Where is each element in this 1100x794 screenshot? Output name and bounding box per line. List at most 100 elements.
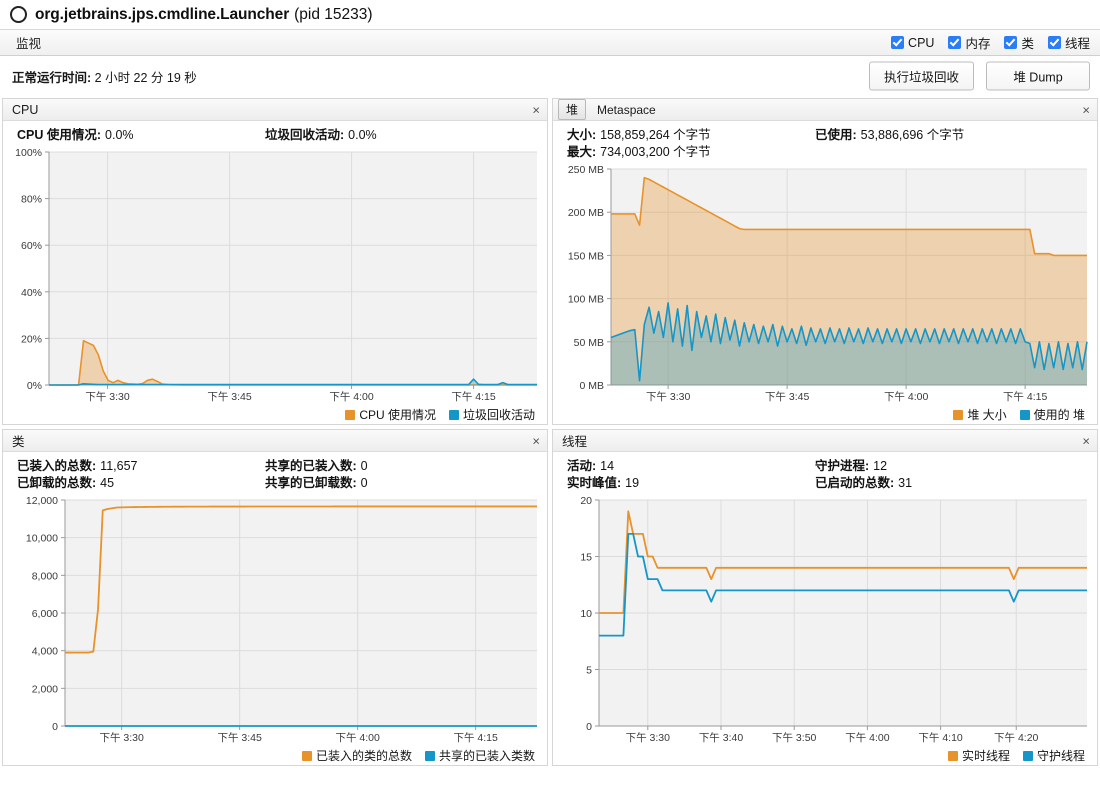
stat-row: CPU 使用情况: 0.0% 垃圾回收活动: 0.0% <box>3 127 547 144</box>
svg-text:5: 5 <box>586 665 592 677</box>
classes-shared-unloaded-label: 共享的已卸载数: <box>265 476 357 490</box>
panel-classes-title: 类 <box>12 435 25 449</box>
panel-classes: 类 × 已装入的总数: 11,657 共享的已装入数: 0 已卸载的总数: 45 共享… <box>2 429 548 766</box>
threads-live-label: 活动: <box>567 459 597 473</box>
heap-dump-button[interactable]: 堆 Dump <box>986 61 1090 91</box>
gc-activity-label: 垃圾回收活动: <box>265 128 345 142</box>
legend-heap: 堆 大小 使用的 堆 <box>553 405 1097 424</box>
checkbox-cpu-label: CPU <box>908 35 935 50</box>
close-icon[interactable]: × <box>532 103 540 116</box>
svg-text:下午 4:20: 下午 4:20 <box>994 731 1039 744</box>
svg-text:15: 15 <box>580 552 592 564</box>
legend-item: CPU 使用情况 <box>345 406 436 423</box>
stat-row: 活动: 14 守护进程: 12 <box>553 458 1097 475</box>
tab-metaspace[interactable]: Metaspace <box>589 101 664 119</box>
legend-label: 使用的 堆 <box>1033 408 1085 422</box>
checkbox-threads[interactable]: 线程 <box>1047 33 1090 52</box>
panel-cpu-header: CPU × <box>3 99 547 121</box>
circle-icon <box>10 6 27 23</box>
legend-swatch-icon <box>424 750 435 761</box>
close-icon[interactable]: × <box>1082 103 1090 116</box>
checkbox-classes[interactable]: 类 <box>1004 33 1034 52</box>
perform-gc-button[interactable]: 执行垃圾回收 <box>868 61 974 91</box>
tab-monitor[interactable]: 监视 <box>10 30 47 55</box>
svg-text:60%: 60% <box>21 240 42 252</box>
chart-cpu: 0% 20% 40% 60% 80% 100% 下午 3:30 下午 3:45 下午 4:00 下… <box>3 146 547 405</box>
close-icon[interactable]: × <box>1082 434 1090 447</box>
heap-used-label: 已使用: <box>815 128 857 142</box>
svg-text:下午 3:45: 下午 3:45 <box>765 390 810 403</box>
checkbox-classes-label: 类 <box>1021 37 1034 51</box>
panel-cpu-stats: CPU 使用情况: 0.0% 垃圾回收活动: 0.0% <box>3 121 547 146</box>
legend-label: 共享的已装入类数 <box>438 749 535 763</box>
legend-label: 守护线程 <box>1036 749 1085 763</box>
legend-label: CPU 使用情况 <box>359 408 436 422</box>
checkmark-icon[interactable] <box>948 36 962 49</box>
svg-text:50 MB: 50 MB <box>574 337 604 349</box>
svg-text:4,000: 4,000 <box>32 646 58 658</box>
legend-cpu: CPU 使用情况 垃圾回收活动 <box>3 405 547 424</box>
svg-text:0: 0 <box>586 721 592 733</box>
panel-threads-header: 线程 × <box>553 430 1097 452</box>
svg-text:下午 4:10: 下午 4:10 <box>918 731 963 744</box>
svg-text:10: 10 <box>580 608 592 620</box>
chart-heap: 0 MB 50 MB 100 MB 150 MB 200 MB 250 MB 下午 3:30… <box>553 163 1097 405</box>
heap-max-value: 734,003,200 个字节 <box>600 145 711 159</box>
checkbox-memory[interactable]: 内存 <box>948 33 990 52</box>
cpu-usage-value: 0.0% <box>105 128 134 142</box>
legend-label: 已装入的类的总数 <box>315 749 412 763</box>
panel-threads: 线程 × 活动:14 守护进程:12 实时峰值:19 已启动的总数:31 <box>552 429 1098 766</box>
tab-heap[interactable]: 堆 <box>558 99 587 120</box>
svg-text:20: 20 <box>580 496 592 507</box>
classes-shared-unloaded-value: 0 <box>360 476 368 490</box>
gc-activity-value: 0.0% <box>348 128 377 142</box>
svg-text:下午 3:50: 下午 3:50 <box>772 731 817 744</box>
svg-text:下午 3:30: 下午 3:30 <box>646 390 691 403</box>
svg-text:下午 3:30: 下午 3:30 <box>626 731 671 744</box>
legend-swatch-icon <box>953 409 964 420</box>
chart-heap-svg: 0 MB 50 MB 100 MB 150 MB 200 MB 250 MB 下午 3:30… <box>568 165 1088 403</box>
legend-swatch-icon <box>1022 750 1033 761</box>
classes-shared-loaded-label: 共享的已装入数: <box>265 459 357 473</box>
heap-size-value: 158,859,264 个字节 <box>600 128 711 142</box>
checkmark-icon[interactable] <box>1004 36 1018 49</box>
svg-text:20%: 20% <box>21 333 42 345</box>
panel-classes-header: 类 × <box>3 430 547 452</box>
stat-row: 已装入的总数: 11,657 共享的已装入数: 0 <box>3 458 547 475</box>
legend-swatch-icon <box>947 750 958 761</box>
svg-text:40%: 40% <box>21 287 42 299</box>
chart-threads: 0 5 10 15 20 下午 3:30 下午 3:40 下午 3:50 下午 4:00 下午 4… <box>553 494 1097 746</box>
chart-classes: 0 2,000 4,000 6,000 8,000 10,000 12,000 下午 3:30… <box>3 494 547 746</box>
svg-text:下午 3:40: 下午 3:40 <box>699 731 744 744</box>
cpu-usage-label: CPU 使用情况: <box>17 128 102 142</box>
uptime-label: 正常运行时间: <box>12 70 92 85</box>
threads-daemon-value: 12 <box>873 459 888 473</box>
uptime-text: 正常运行时间: 2 小时 22 分 19 秒 <box>12 67 197 86</box>
classes-unloaded-value: 45 <box>100 476 115 490</box>
svg-text:下午 4:00: 下午 4:00 <box>884 390 929 403</box>
checkbox-memory-label: 内存 <box>965 37 991 51</box>
classes-shared-loaded-value: 0 <box>360 459 368 473</box>
classes-loaded-label: 已装入的总数: <box>17 459 97 473</box>
window-title-bar: org.jetbrains.jps.cmdline.Launcher (pid … <box>0 0 1100 30</box>
panel-classes-stats: 已装入的总数: 11,657 共享的已装入数: 0 已卸载的总数: 45 共享的已卸载… <box>3 452 547 494</box>
checkbox-cpu[interactable]: CPU <box>891 36 934 50</box>
legend-swatch-icon <box>345 409 356 420</box>
svg-text:0%: 0% <box>27 380 42 392</box>
threads-started-label: 已启动的总数: <box>815 476 895 490</box>
legend-swatch-icon <box>301 750 312 761</box>
svg-text:下午 4:15: 下午 4:15 <box>1003 390 1048 403</box>
uptime-value: 2 小时 22 分 19 秒 <box>94 70 197 85</box>
svg-text:200 MB: 200 MB <box>568 207 604 219</box>
svg-text:250 MB: 250 MB <box>568 165 604 176</box>
svg-text:10,000: 10,000 <box>26 533 58 545</box>
panel-heap: 堆 Metaspace × 大小: 158,859,264 个字节 已使用: 53,… <box>552 98 1098 425</box>
close-icon[interactable]: × <box>532 434 540 447</box>
svg-text:80%: 80% <box>21 194 42 206</box>
checkmark-icon[interactable] <box>1047 36 1061 49</box>
checkmark-icon[interactable] <box>891 36 905 49</box>
classes-unloaded-label: 已卸载的总数: <box>17 476 97 490</box>
chart-classes-svg: 0 2,000 4,000 6,000 8,000 10,000 12,000 下午 3:30… <box>26 496 537 744</box>
heap-size-label: 大小: <box>567 128 597 142</box>
stat-row: 最大: 734,003,200 个字节 <box>553 144 1097 161</box>
